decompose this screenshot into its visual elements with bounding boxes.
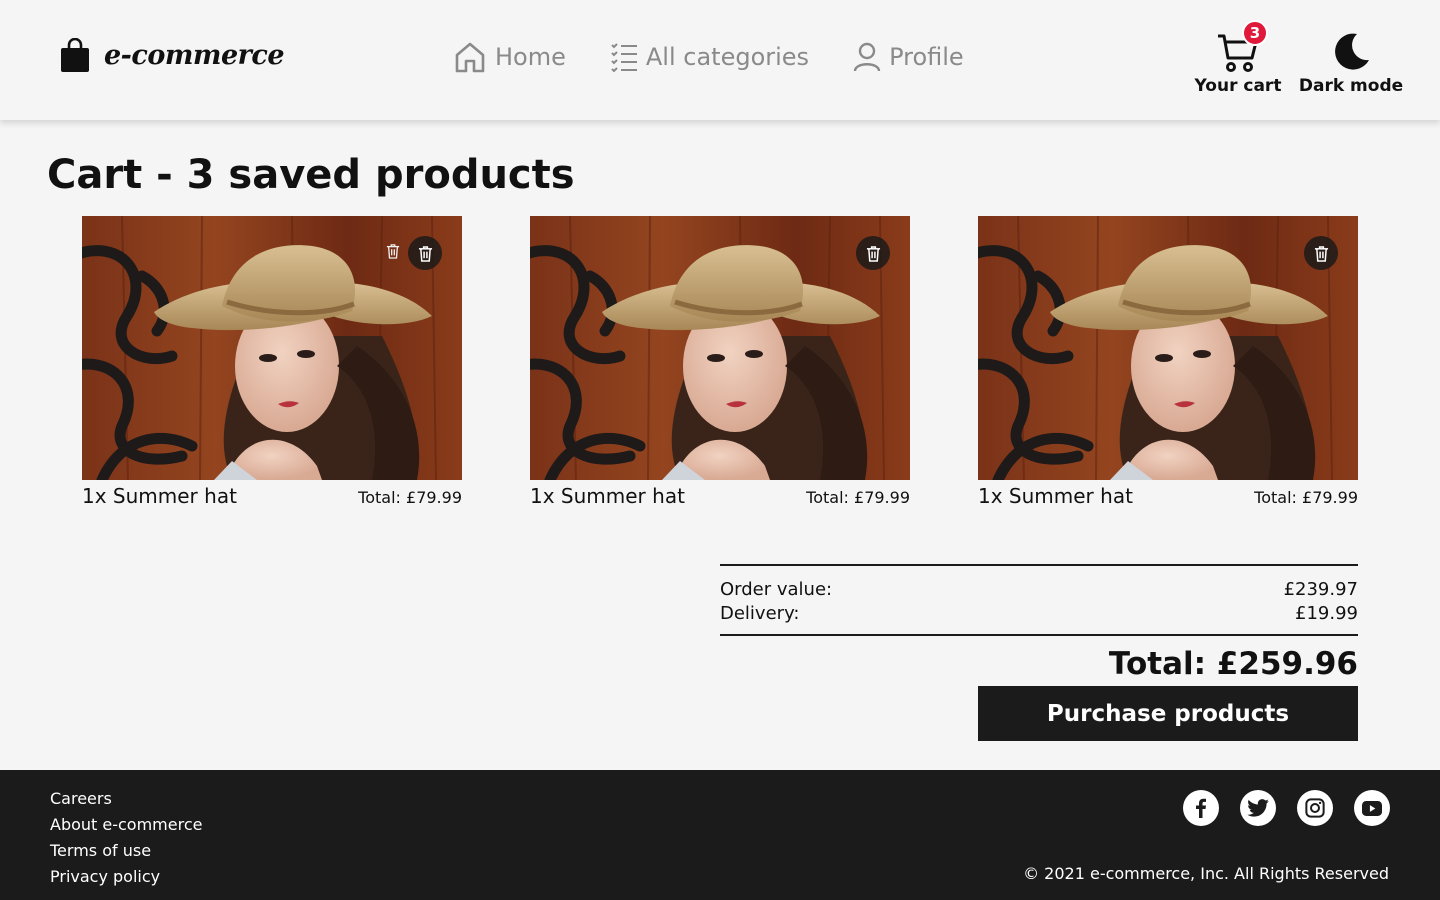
trash-icon	[1314, 245, 1328, 262]
order-summary: Order value: £239.97 Delivery: £19.99 To…	[720, 564, 1358, 741]
logo-text: e-commerce	[104, 39, 285, 71]
product-total: Total: £79.99	[358, 488, 462, 507]
delivery-label: Delivery:	[720, 603, 800, 624]
product-total: Total: £79.99	[806, 488, 910, 507]
purchase-products-button[interactable]: Purchase products	[978, 686, 1358, 741]
product-name: 1x Summer hat	[530, 484, 685, 508]
list-icon	[611, 43, 637, 72]
shopping-bag-icon	[61, 38, 89, 72]
order-value-label: Order value:	[720, 579, 833, 600]
logo[interactable]: e-commerce	[60, 38, 285, 72]
user-icon	[853, 42, 881, 72]
main-nav: Home All categories Profile	[453, 40, 1008, 74]
product-name: 1x Summer hat	[82, 484, 237, 508]
cart-product-card[interactable]: 1x Summer hat Total: £79.99	[530, 216, 910, 508]
top-navbar: e-commerce Home All categories Profile 3…	[0, 0, 1440, 120]
your-cart-label: Your cart	[1194, 76, 1282, 96]
nav-all-categories[interactable]: All categories	[610, 42, 809, 72]
delivery-amount: £19.99	[1295, 603, 1358, 624]
dark-mode-label: Dark mode	[1298, 76, 1404, 96]
nav-profile-label: Profile	[889, 43, 964, 71]
footer-link-about[interactable]: About e-commerce	[50, 812, 202, 838]
footer-link-terms[interactable]: Terms of use	[50, 838, 202, 864]
product-name: 1x Summer hat	[978, 484, 1133, 508]
page-title-rest: - 3 saved products	[142, 152, 575, 198]
trash-icon	[418, 245, 432, 262]
footer: Careers About e-commerce Terms of use Pr…	[0, 770, 1440, 900]
your-cart-button[interactable]: 3 Your cart	[1194, 20, 1282, 96]
delivery-row: Delivery: £19.99	[720, 602, 1358, 626]
cart-product-card[interactable]: 1x Summer hat Total: £79.99	[82, 216, 462, 508]
remove-item-button[interactable]	[1304, 236, 1338, 270]
remove-item-button[interactable]	[856, 236, 890, 270]
home-icon	[455, 42, 485, 73]
remove-item-button[interactable]	[408, 236, 442, 270]
product-total: Total: £79.99	[1254, 488, 1358, 507]
cart-product-card[interactable]: 1x Summer hat Total: £79.99	[978, 216, 1358, 508]
product-image[interactable]	[530, 216, 910, 480]
nav-home-label: Home	[495, 43, 566, 71]
dark-mode-toggle[interactable]: Dark mode	[1298, 30, 1404, 96]
social-links	[1162, 790, 1390, 826]
summary-divider-bottom	[720, 634, 1358, 636]
order-value-amount: £239.97	[1283, 579, 1358, 600]
page-title-bold: Cart	[47, 152, 143, 198]
facebook-icon	[1196, 798, 1206, 818]
twitter-link[interactable]	[1240, 790, 1276, 826]
product-photo	[530, 216, 910, 480]
product-photo	[978, 216, 1358, 480]
grand-total: Total: £259.96	[1108, 646, 1358, 682]
trash-icon	[866, 245, 880, 262]
page-title: Cart - 3 saved products	[47, 152, 575, 198]
footer-links: Careers About e-commerce Terms of use Pr…	[50, 786, 202, 890]
footer-link-privacy[interactable]: Privacy policy	[50, 864, 202, 890]
instagram-icon	[1305, 798, 1325, 818]
product-image[interactable]	[978, 216, 1358, 480]
product-image[interactable]	[82, 216, 462, 480]
nav-all-categories-label: All categories	[645, 43, 810, 71]
twitter-icon	[1247, 799, 1269, 817]
product-photo	[82, 216, 462, 480]
footer-link-careers[interactable]: Careers	[50, 786, 202, 812]
cart-count-badge: 3	[1242, 20, 1268, 46]
moon-icon	[1335, 33, 1369, 70]
instagram-link[interactable]	[1297, 790, 1333, 826]
nav-home[interactable]: Home	[453, 40, 566, 74]
copyright: © 2021 e-commerce, Inc. All Rights Reser…	[1023, 864, 1389, 883]
youtube-link[interactable]	[1354, 790, 1390, 826]
trash-icon[interactable]	[382, 240, 404, 262]
order-value-row: Order value: £239.97	[720, 578, 1358, 602]
facebook-link[interactable]	[1183, 790, 1219, 826]
youtube-icon	[1362, 800, 1382, 816]
nav-profile[interactable]: Profile	[853, 42, 964, 72]
